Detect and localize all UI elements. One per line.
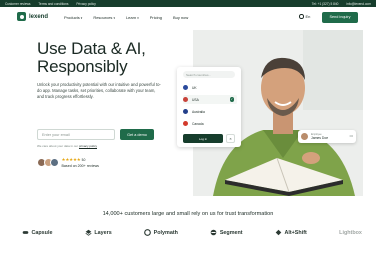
country-option-uk[interactable]: UK [183,83,237,92]
language-label: En [305,14,311,19]
australia-flag-icon [183,109,188,114]
rating-info: ★★★★★5.0 Based on 200+ reviews [62,157,99,168]
chevron-down-icon: ▾ [113,15,115,20]
logo-lightbox: Lightbox [339,229,362,236]
privacy-note: We care about your data in our privacy p… [37,144,97,148]
customer-logos: Capsule Layers Polymath Segment Alt+Shif… [22,229,362,236]
person-tag-text: Employee James Doe [311,133,328,140]
capsule-logo-icon [22,231,29,234]
chevron-down-icon: ▾ [137,15,139,20]
canada-flag-icon [183,121,188,126]
polymath-logo-icon [144,229,152,236]
hero-subtitle: Unlock your productivity potential with … [37,82,161,100]
star-rating: ★★★★★5.0 [62,157,99,163]
topbar-links: Customer reviews Terms and conditions Pr… [5,2,103,6]
get-demo-button[interactable]: Get a demo [120,129,154,140]
chevron-down-icon: ▾ [80,15,83,20]
close-icon[interactable]: × [226,134,235,143]
top-announcement-bar: Customer reviews Terms and conditions Pr… [0,0,376,7]
nav-item-buy-now[interactable]: Buy now [173,15,188,20]
log-in-button[interactable]: Log in [183,134,223,143]
check-icon: ✓ [229,97,234,102]
logo-alt-shift: Alt+Shift [275,229,307,236]
logo-capsule: Capsule [22,229,52,236]
nav-item-resources[interactable]: Resources▾ [93,15,115,20]
more-options-icon[interactable]: ••• [349,134,353,138]
hero-title-line-1: Use Data & AI, [37,39,146,58]
main-navigation: lexend Products▾ Resources▾ Learn▾ Prici… [0,7,376,27]
alt-shift-logo-icon [275,229,282,236]
globe-icon [299,14,304,19]
country-option-usa[interactable]: USA ✓ [183,95,237,104]
nav-item-pricing[interactable]: Pricing [150,15,162,20]
topbar-link-reviews[interactable]: Customer reviews [5,2,31,6]
logo-icon [17,12,26,21]
segment-logo-icon [211,229,217,236]
hero-title: Use Data & AI, Responsibly [37,40,187,76]
topbar-email[interactable]: info@lexend.com [346,2,371,6]
nav-item-learn[interactable]: Learn▾ [126,15,139,20]
logo-segment: Segment [210,229,243,236]
logo-text: lexend [29,13,49,20]
email-input[interactable]: Enter your email [37,129,115,140]
topbar-contact: Tel: +1 (327) 5 840 info@lexend.com [305,2,371,6]
topbar-link-privacy[interactable]: Privacy policy [76,2,96,6]
avatar [301,133,308,140]
language-selector[interactable]: En [299,14,310,19]
hero-text: Use Data & AI, Responsibly Unlock your p… [37,40,187,101]
send-inquiry-button[interactable]: Send inquiry [322,11,358,23]
email-form: Enter your email Get a demo [37,129,154,140]
nav-menu: Products▾ Resources▾ Learn▾ Pricing Buy … [64,15,199,20]
country-select-card: Search countries... UK USA ✓ Australia C… [177,67,241,147]
avatar-group [37,158,59,167]
topbar-link-terms[interactable]: Terms and conditions [38,2,68,6]
privacy-text: We care about your data in our [37,144,79,148]
avatar [50,158,59,167]
nav-item-products[interactable]: Products▾ [64,15,82,20]
privacy-policy-link[interactable]: privacy policy [79,144,97,148]
country-option-canada[interactable]: Canada [183,119,237,128]
rating-block: ★★★★★5.0 Based on 200+ reviews [37,157,99,168]
us-flag-icon [183,97,188,102]
rating-score: 5.0 [81,158,86,162]
uk-flag-icon [183,85,188,90]
hero-title-line-2: Responsibly [37,57,128,76]
person-name: James Doe [311,136,329,140]
topbar-phone[interactable]: Tel: +1 (327) 5 840 [312,2,339,6]
trust-heading: 14,000+ customers large and small rely o… [102,211,274,217]
reviews-count: Based on 200+ reviews [61,164,99,168]
person-tag-card: Employee James Doe ••• [298,130,356,143]
logo-polymath: Polymath [144,229,178,236]
logo-layers: Layers [85,229,112,236]
layers-logo-icon [85,229,92,236]
star-icon: ★★★★★ [61,157,81,162]
country-option-australia[interactable]: Australia [183,107,237,116]
logo[interactable]: lexend [17,12,48,21]
country-search-input[interactable]: Search countries... [183,71,235,78]
